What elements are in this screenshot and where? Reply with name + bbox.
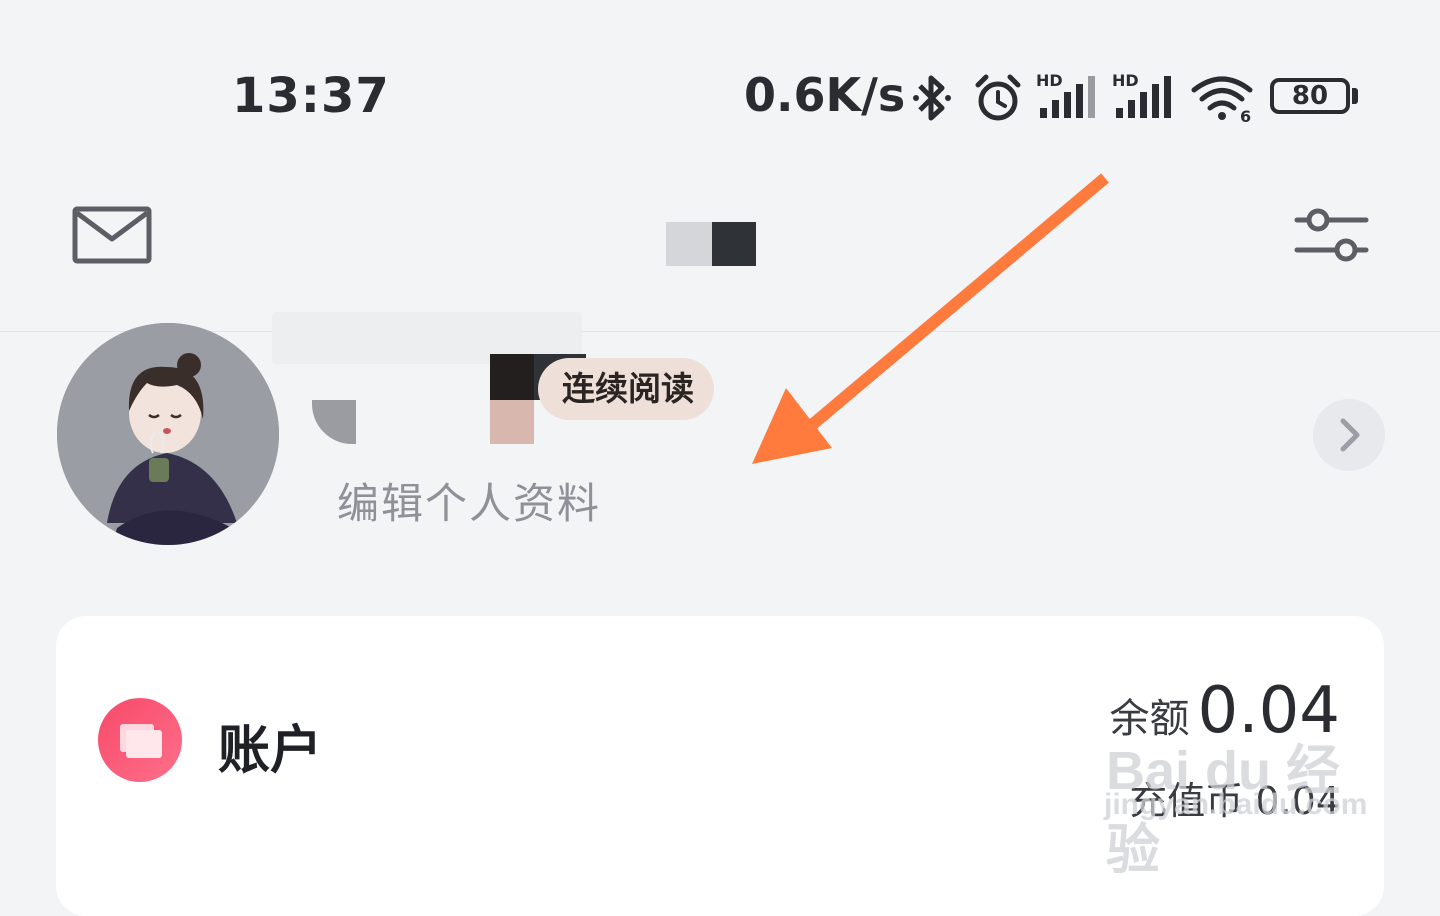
profile-detail-button[interactable]	[1313, 399, 1385, 471]
wifi-icon: 6	[1191, 76, 1253, 124]
annotation-arrow	[752, 173, 1109, 464]
status-time: 13:37	[232, 68, 390, 124]
settings-sliders-icon	[1294, 208, 1369, 262]
signal-icon: HD	[1112, 71, 1171, 118]
mail-icon	[72, 206, 152, 264]
edit-profile-link[interactable]: 编辑个人资料	[337, 470, 601, 531]
chevron-right-icon	[1340, 418, 1360, 452]
avatar[interactable]	[57, 323, 279, 545]
alarm-icon	[975, 74, 1021, 121]
bluetooth-icon	[913, 75, 951, 121]
signal-hd-tag: HD	[1036, 71, 1063, 90]
network-speed: 0.6K/s	[744, 68, 906, 122]
header-divider	[0, 331, 1440, 332]
signal-icon: HD	[1036, 71, 1095, 118]
settings-button[interactable]	[1294, 204, 1370, 266]
account-title: 账户	[218, 721, 323, 781]
mail-button[interactable]	[72, 205, 152, 265]
status-icons: 0.6K/s HD HD 6 80	[744, 66, 1364, 126]
wifi-tag: 6	[1240, 107, 1251, 124]
battery-tip	[1352, 88, 1358, 104]
baidu-watermark: Bai du 经验 jingyan.baidu.com	[1100, 726, 1370, 880]
continuous-reading-badge[interactable]: 连续阅读	[538, 358, 714, 420]
wallet-icon	[98, 698, 182, 782]
signal-hd-tag: HD	[1112, 71, 1139, 90]
watermark-sub: jingyan.baidu.com	[1104, 788, 1368, 821]
battery-icon: 80	[1270, 78, 1350, 114]
avatar-illustration	[57, 323, 279, 545]
